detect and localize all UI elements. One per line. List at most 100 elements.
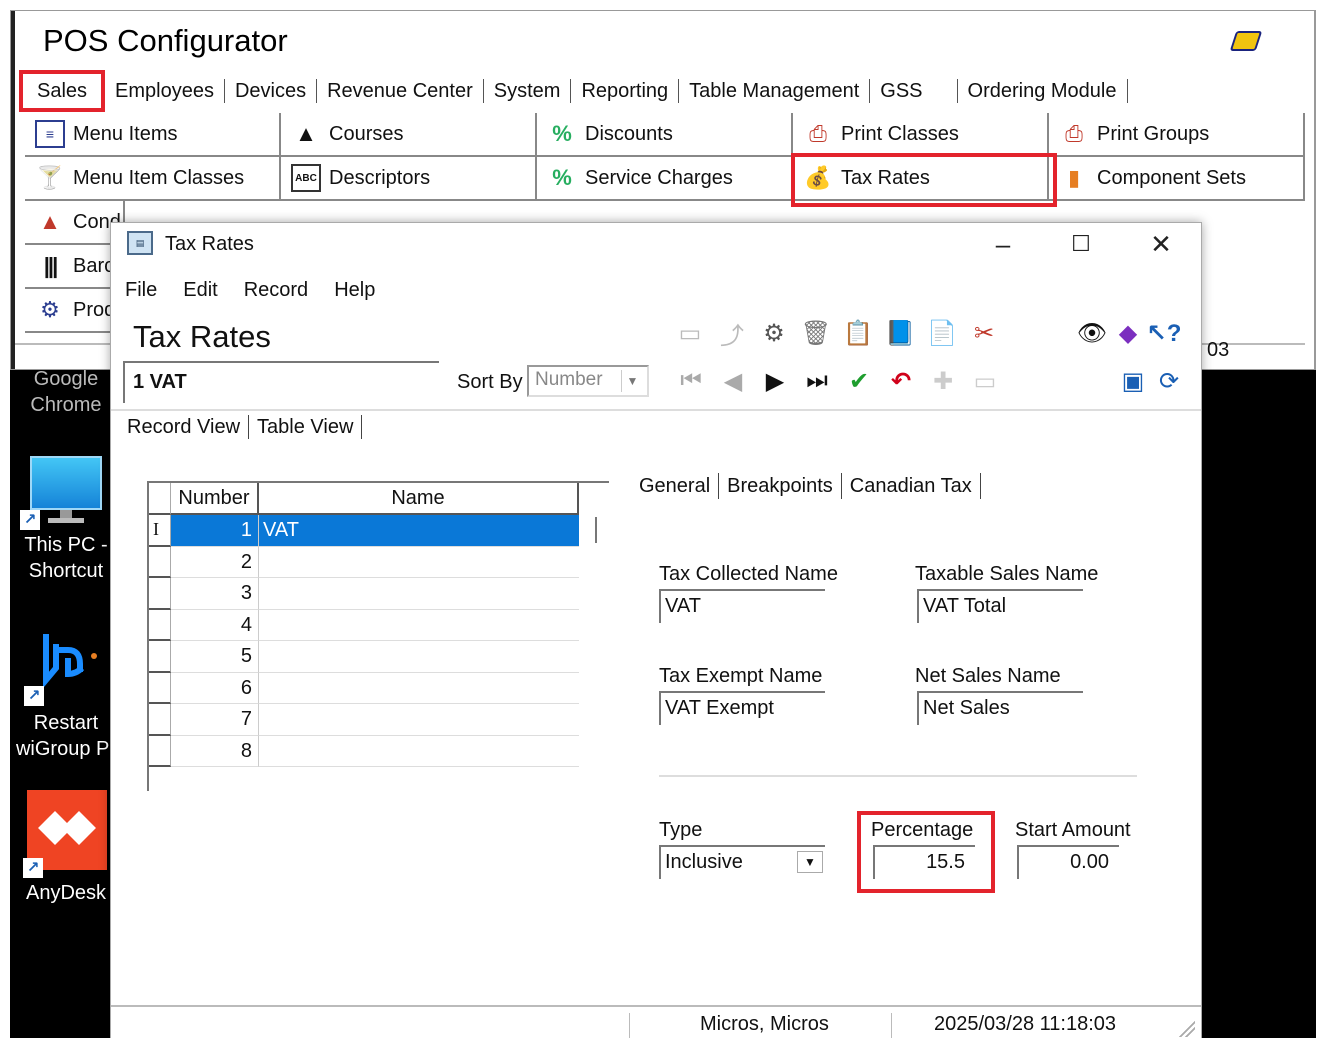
- tab-ordering-module[interactable]: Ordering Module: [958, 79, 1128, 103]
- tax-rates-button[interactable]: 💰 Tax Rates: [793, 157, 1049, 201]
- undo-icon[interactable]: ↶: [885, 363, 917, 399]
- table-row[interactable]: 8: [149, 735, 581, 767]
- desktop-icon-chrome[interactable]: Google Chrome: [10, 366, 122, 418]
- tab-table-management[interactable]: Table Management: [679, 79, 871, 103]
- tab-general[interactable]: General: [631, 473, 720, 499]
- menu-help[interactable]: Help: [320, 273, 387, 307]
- first-record-icon[interactable]: ⏮: [675, 363, 707, 399]
- table-row[interactable]: 2: [149, 546, 581, 578]
- remove-record-icon[interactable]: ▭: [969, 363, 1001, 399]
- row-selector[interactable]: [149, 609, 171, 641]
- add-record-icon[interactable]: ✚: [927, 363, 959, 399]
- current-record-field[interactable]: 1 VAT: [123, 361, 439, 403]
- table-row[interactable]: I 1 VAT: [149, 515, 581, 547]
- splitter[interactable]: [595, 517, 597, 543]
- save-check-icon[interactable]: ✔: [843, 363, 875, 399]
- taxable-sales-name-field[interactable]: VAT Total: [917, 589, 1083, 623]
- minimize-button[interactable]: –: [973, 225, 1033, 263]
- component-sets-icon: ▮: [1067, 165, 1081, 190]
- anydesk-icon: ↗: [23, 790, 109, 878]
- row-selector[interactable]: I: [149, 515, 171, 547]
- desktop-icon-label: Restart wiGroup Pr: [15, 712, 117, 760]
- binoculars-icon[interactable]: 👁: [1077, 317, 1107, 349]
- row-selector[interactable]: [149, 704, 171, 736]
- service-charges-button[interactable]: % Service Charges: [537, 157, 793, 201]
- delete-icon[interactable]: 🗑: [801, 317, 831, 349]
- print-groups-button[interactable]: ⎙ Print Groups: [1049, 113, 1305, 157]
- maximize-button[interactable]: ☐: [1051, 225, 1111, 263]
- courses-button[interactable]: ▲ Courses: [281, 113, 537, 157]
- tab-breakpoints[interactable]: Breakpoints: [719, 473, 842, 499]
- row-selector[interactable]: [149, 641, 171, 673]
- help-pointer-icon[interactable]: ↖?: [1147, 317, 1182, 349]
- discounts-button[interactable]: % Discounts: [537, 113, 793, 157]
- tab-canadian-tax[interactable]: Canadian Tax: [842, 473, 981, 499]
- previous-record-icon[interactable]: ◀: [717, 363, 749, 399]
- print-classes-button[interactable]: ⎙ Print Classes: [793, 113, 1049, 157]
- tab-revenue-center[interactable]: Revenue Center: [317, 79, 484, 103]
- network-icon[interactable]: ⚙: [759, 317, 789, 349]
- desktop-icon-label: Google Chrome: [30, 368, 102, 416]
- desktop-icon-this-pc[interactable]: ↗ This PC - Shortcut: [10, 456, 122, 584]
- descriptor-icon: ABC: [291, 164, 321, 192]
- tab-record-view[interactable]: Record View: [119, 415, 250, 439]
- window-view-icon[interactable]: ▣: [1117, 363, 1149, 399]
- clipboard-icon[interactable]: 📋: [843, 317, 873, 349]
- net-sales-name-field[interactable]: Net Sales: [917, 691, 1083, 725]
- title-bar[interactable]: ▤ Tax Rates – ☐ ✕: [111, 223, 1201, 267]
- menu-item-classes-button[interactable]: 🍸 Menu Item Classes: [25, 157, 281, 201]
- paste-icon[interactable]: 📄: [927, 317, 957, 349]
- table-row[interactable]: 3: [149, 578, 581, 610]
- start-amount-field[interactable]: 0.00: [1017, 845, 1119, 879]
- product-icon: ⚙: [40, 297, 60, 322]
- resize-grip-icon[interactable]: [1177, 1019, 1195, 1037]
- tax-exempt-name-field[interactable]: VAT Exempt: [659, 691, 825, 725]
- tab-reporting[interactable]: Reporting: [571, 79, 680, 103]
- row-selector[interactable]: [149, 546, 171, 578]
- row-selector[interactable]: [149, 578, 171, 610]
- tax-collected-name-label: Tax Collected Name: [659, 563, 838, 585]
- book-icon[interactable]: 📘: [885, 317, 915, 349]
- sort-by-select[interactable]: Number ▼: [527, 365, 649, 397]
- desktop-icon-anydesk[interactable]: ↗ AnyDesk: [10, 790, 122, 906]
- money-bag-icon: 💰: [804, 165, 832, 190]
- tab-devices[interactable]: Devices: [225, 79, 318, 103]
- menu-items-button[interactable]: ≡ Menu Items: [25, 113, 281, 157]
- tools-icon[interactable]: ✂: [969, 317, 999, 349]
- new-record-icon[interactable]: ▭: [675, 317, 705, 349]
- tax-collected-name-field[interactable]: VAT: [659, 589, 825, 623]
- refresh-icon[interactable]: ⟳: [1153, 363, 1185, 399]
- table-row[interactable]: 6: [149, 672, 581, 704]
- type-select[interactable]: Inclusive ▼: [659, 845, 825, 879]
- row-selector[interactable]: [149, 735, 171, 767]
- next-record-icon[interactable]: ▶: [759, 363, 791, 399]
- table-row[interactable]: 5: [149, 641, 581, 673]
- row-selector[interactable]: [149, 672, 171, 704]
- shortcut-arrow-icon: ↗: [20, 510, 40, 530]
- close-button[interactable]: ✕: [1131, 225, 1191, 263]
- gem-icon[interactable]: ◆: [1113, 317, 1143, 349]
- menu-file[interactable]: File: [111, 273, 169, 307]
- tab-table-view[interactable]: Table View: [249, 415, 363, 439]
- tab-sales[interactable]: Sales: [19, 70, 106, 112]
- desktop-icon-label: This PC - Shortcut: [24, 534, 108, 582]
- component-sets-button[interactable]: ▮ Component Sets: [1049, 157, 1305, 201]
- descriptors-button[interactable]: ABC Descriptors: [281, 157, 537, 201]
- table-row[interactable]: 4: [149, 609, 581, 641]
- column-header-name[interactable]: Name: [259, 483, 579, 515]
- last-record-icon[interactable]: ⏭: [801, 363, 833, 399]
- tab-gss[interactable]: GSS: [870, 79, 958, 103]
- copy-icon[interactable]: ⤴: [717, 317, 747, 350]
- text-cursor-icon: I: [153, 519, 159, 539]
- table-row[interactable]: 7: [149, 704, 581, 736]
- menu-edit[interactable]: Edit: [169, 273, 229, 307]
- desktop-icon-wigroup[interactable]: ↗ Restart wiGroup Pr: [10, 630, 122, 762]
- tab-employees[interactable]: Employees: [105, 79, 225, 103]
- menu-record[interactable]: Record: [230, 273, 320, 307]
- module-tabs: Sales Employees Devices Revenue Center S…: [19, 70, 1128, 112]
- divider: [111, 409, 1201, 411]
- toolbar: ▭ ⤴ ⚙ 🗑 📋 📘 📄 ✂: [675, 317, 999, 350]
- condiment-icon: ▲: [39, 209, 61, 234]
- column-header-number[interactable]: Number: [171, 483, 259, 515]
- tab-system[interactable]: System: [484, 79, 572, 103]
